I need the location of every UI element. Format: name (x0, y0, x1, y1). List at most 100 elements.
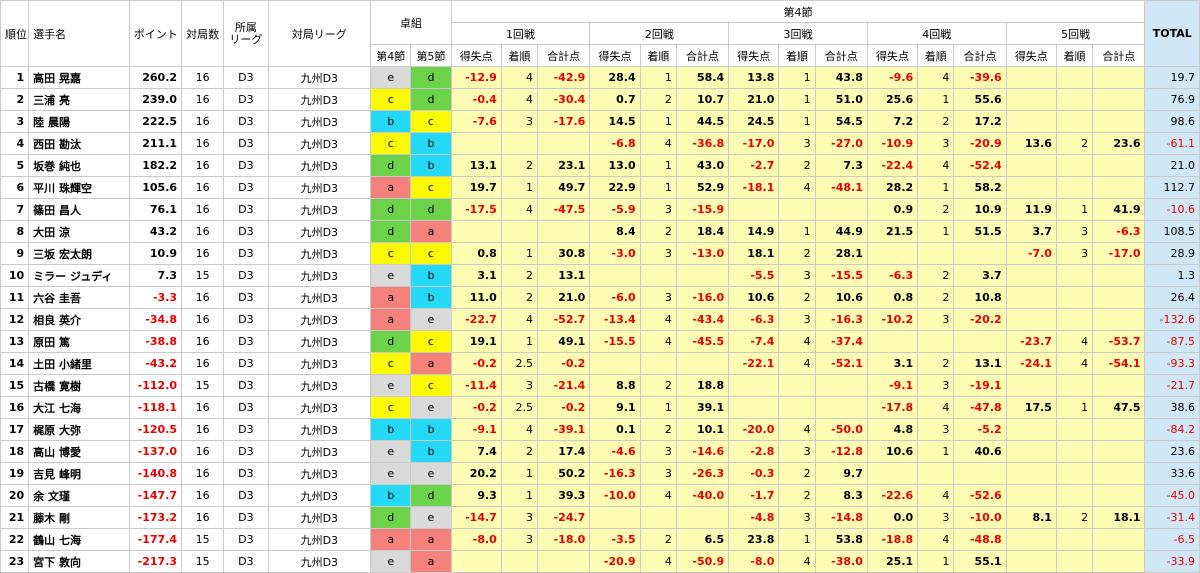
round-2-sum (675, 264, 730, 287)
games-cell: 15 (181, 528, 225, 551)
round-1-score: -17.5 (450, 198, 502, 221)
round-3-place: 2 (778, 154, 816, 177)
round-2-place: 3 (639, 242, 677, 265)
round-1-place: 4 (500, 198, 539, 221)
round-1-place: 4 (500, 308, 539, 331)
header-r4-score: 得失点 (866, 44, 919, 67)
table-group-4: c (370, 132, 412, 155)
header-points: ポイント (128, 0, 183, 67)
round-1-place: 4 (500, 418, 539, 441)
games-cell: 16 (181, 330, 225, 353)
table-row: 2 三浦 亮 239.0 16 D3 九州D3 c d -0.4 4 -30.4 0.7 2 10.7 21… (0, 88, 1200, 111)
round-4-score: -22.6 (866, 484, 919, 507)
table-group-4: d (370, 198, 412, 221)
table-row: 23 宮下 敦向 -217.3 15 D3 九州D3 e a -20.9 4 -50.9 -8.0 4-… (0, 550, 1200, 573)
round-4-score: 10.6 (866, 440, 919, 463)
points-cell: 222.5 (128, 110, 183, 133)
round-4-sum: 51.5 (953, 220, 1007, 243)
round-3-place: 3 (778, 440, 816, 463)
round-4-place: 3 (917, 506, 955, 529)
round-4-sum: 13.1 (953, 352, 1007, 375)
total-cell: 112.7 (1144, 176, 1200, 199)
round-2-score: -5.9 (589, 198, 641, 221)
header-r5-score: 得失点 (1005, 44, 1057, 67)
round-5-sum: 18.1 (1092, 506, 1146, 529)
round-5-place: 3 (1055, 220, 1094, 243)
rank-cell: 5 (0, 154, 30, 177)
table-row: 11 六谷 圭吾 -3.3 16 D3 九州D3 a b 11.0 2 21.0 -6.0 3 -16.0… (0, 286, 1200, 309)
round-4-sum: 10.9 (953, 198, 1007, 221)
round-2-place (639, 506, 677, 529)
round-3-place: 1 (778, 66, 816, 89)
round-4-score: -10.9 (866, 132, 919, 155)
round-1-place: 2 (500, 264, 539, 287)
table-group-5: e (410, 396, 452, 419)
match-league-cell: 九州D3 (267, 440, 372, 463)
points-cell: 7.3 (128, 264, 183, 287)
games-cell: 16 (181, 396, 225, 419)
round-1-score: -7.6 (450, 110, 502, 133)
round-2-score: 0.1 (589, 418, 641, 441)
total-cell: -45.0 (1144, 484, 1200, 507)
round-5-score (1005, 286, 1057, 309)
rank-cell: 20 (0, 484, 30, 507)
round-1-place: 3 (500, 374, 539, 397)
table-group-4: b (370, 484, 412, 507)
total-cell: -31.4 (1144, 506, 1200, 529)
round-4-score: -6.3 (866, 264, 919, 287)
round-2-score: -16.3 (589, 462, 641, 485)
round-5-sum (1092, 418, 1146, 441)
round-5-score: 11.9 (1005, 198, 1057, 221)
league-cell: D3 (223, 154, 269, 177)
round-2-place: 2 (639, 220, 677, 243)
round-4-place: 2 (917, 110, 955, 133)
league-cell: D3 (223, 198, 269, 221)
table-group-4: e (370, 374, 412, 397)
round-4-place: 1 (917, 550, 955, 573)
round-1-sum (537, 550, 591, 573)
points-cell: 260.2 (128, 66, 183, 89)
table-row: 22 鶴山 七海 -177.4 15 D3 九州D3 a a -8.0 3 -18.0 -3.5 2 6.… (0, 528, 1200, 551)
round-4-place (917, 242, 955, 265)
player-name: 鶴山 七海 (28, 528, 130, 551)
round-4-place: 2 (917, 352, 955, 375)
total-cell: -21.7 (1144, 374, 1200, 397)
round-1-sum: 17.4 (537, 440, 591, 463)
points-cell: -177.4 (128, 528, 183, 551)
round-2-place: 2 (639, 418, 677, 441)
league-cell: D3 (223, 374, 269, 397)
round-1-score: 13.1 (450, 154, 502, 177)
round-3-score: -1.7 (728, 484, 780, 507)
round-3-place: 4 (778, 176, 816, 199)
round-5-place (1055, 418, 1094, 441)
games-cell: 16 (181, 462, 225, 485)
round-1-score (450, 220, 502, 243)
match-league-cell: 九州D3 (267, 484, 372, 507)
header-total: TOTAL (1144, 0, 1200, 67)
round-5-place (1055, 154, 1094, 177)
round-1-place: 2.5 (500, 352, 539, 375)
table-row: 14 土田 小緒里 -43.2 16 D3 九州D3 c a -0.2 2.5 -0.2 -22.1 4… (0, 352, 1200, 375)
round-2-place (639, 264, 677, 287)
round-3-score: -20.0 (728, 418, 780, 441)
round-4-score (866, 242, 919, 265)
round-1-sum (537, 132, 591, 155)
match-league-cell: 九州D3 (267, 110, 372, 133)
header-t4: 第4節 (370, 44, 412, 67)
round-5-place (1055, 286, 1094, 309)
round-1-place: 4 (500, 88, 539, 111)
round-4-place (917, 330, 955, 353)
table-group-4: a (370, 176, 412, 199)
round-4-sum: 3.7 (953, 264, 1007, 287)
points-cell: -140.8 (128, 462, 183, 485)
player-name: 吉見 峰明 (28, 462, 130, 485)
league-cell: D3 (223, 440, 269, 463)
match-league-cell: 九州D3 (267, 418, 372, 441)
total-cell: -10.6 (1144, 198, 1200, 221)
games-cell: 16 (181, 308, 225, 331)
round-5-sum (1092, 154, 1146, 177)
round-4-sum: 17.2 (953, 110, 1007, 133)
round-5-place: 2 (1055, 132, 1094, 155)
round-2-score: -20.9 (589, 550, 641, 573)
round-1-score: -9.1 (450, 418, 502, 441)
